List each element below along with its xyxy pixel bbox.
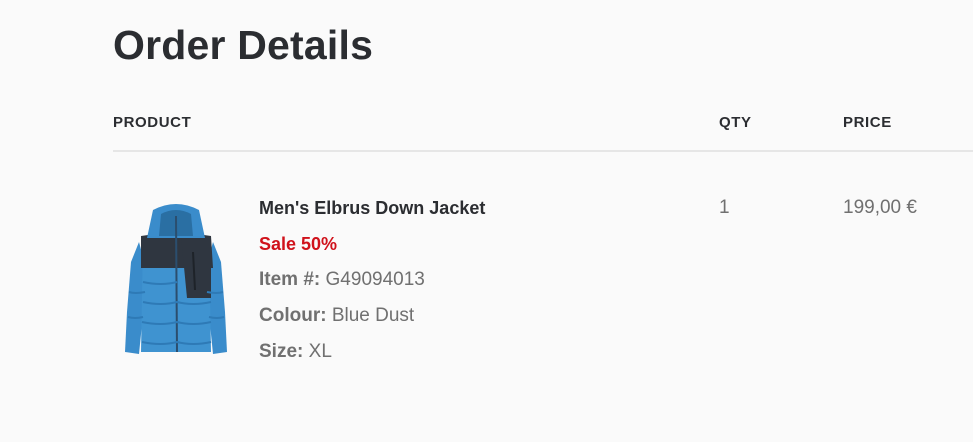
item-price: 199,00 €: [843, 197, 917, 218]
size-value: XL: [308, 341, 332, 362]
product-name[interactable]: Men's Elbrus Down Jacket: [259, 196, 485, 232]
header-price: PRICE: [843, 114, 892, 131]
colour-value: Blue Dust: [331, 305, 415, 326]
sale-badge: Sale 50%: [259, 234, 338, 254]
blue-down-jacket-image: [125, 204, 227, 354]
size-label: Size:: [259, 341, 304, 362]
colour-label: Colour:: [259, 305, 327, 326]
header-qty: QTY: [719, 114, 752, 131]
page-title: Order Details: [113, 22, 374, 68]
header-product: PRODUCT: [113, 114, 192, 131]
colour-line: Colour: Blue Dust: [259, 304, 485, 340]
header-divider: [113, 150, 973, 152]
order-details-page: Order Details PRODUCT QTY PRICE Men's El…: [0, 0, 973, 442]
order-table-header: PRODUCT QTY PRICE: [113, 114, 973, 134]
size-line: Size: XL: [259, 340, 485, 376]
product-details: Men's Elbrus Down Jacket Sale 50% Item #…: [259, 196, 485, 376]
item-number-line: Item #: G49094013: [259, 268, 485, 304]
item-number-label: Item #:: [259, 269, 321, 290]
order-item-row: Men's Elbrus Down Jacket Sale 50% Item #…: [113, 190, 973, 370]
product-image[interactable]: [121, 202, 231, 362]
item-number-value: G49094013: [325, 269, 425, 290]
item-qty: 1: [719, 197, 730, 218]
